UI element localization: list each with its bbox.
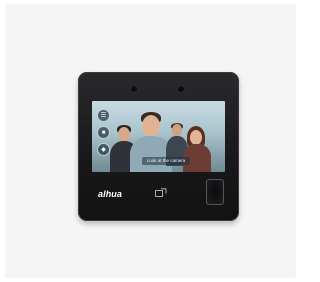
camera-lens-icon: [177, 85, 185, 93]
access-control-terminal: ☰ ■ ◆ Look at the camera alhua: [78, 72, 239, 221]
ir-sensor-left-icon: [130, 85, 138, 93]
product-image-frame: ☰ ■ ◆ Look at the camera alhua: [5, 4, 296, 278]
card-button[interactable]: ■: [97, 126, 110, 139]
fingerprint-sensor[interactable]: [206, 179, 224, 205]
card-reader-icon: [155, 188, 167, 197]
menu-icon: ☰: [100, 112, 107, 119]
face-prompt-label: Look at the camera: [142, 157, 190, 165]
brand-logo: alhua: [98, 189, 123, 199]
device-screen: ☰ ■ ◆ Look at the camera: [92, 101, 225, 172]
menu-button[interactable]: ☰: [97, 109, 110, 122]
shield-button[interactable]: ◆: [97, 143, 110, 156]
card-icon: ■: [101, 129, 106, 136]
shield-icon: ◆: [101, 146, 106, 153]
